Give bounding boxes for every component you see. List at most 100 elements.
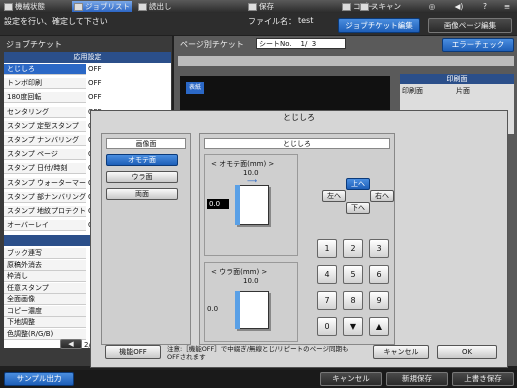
filename-value: test bbox=[298, 16, 314, 25]
error-check-button[interactable]: エラーチェック bbox=[442, 38, 514, 52]
side-both-option[interactable]: 両面 bbox=[106, 188, 178, 200]
key-9[interactable]: 9 bbox=[369, 291, 389, 310]
move-left-button[interactable]: 左へ bbox=[322, 190, 346, 202]
key-2[interactable]: 2 bbox=[343, 239, 363, 258]
ticket-item-10[interactable]: スタンプ 地紋プロテクト bbox=[4, 206, 86, 217]
ticket-item-9[interactable]: スタンプ 部ナンバリング bbox=[4, 191, 86, 203]
front-left-field[interactable]: 0.0 bbox=[207, 199, 229, 209]
ticket-item-1[interactable]: トンボ印刷 bbox=[4, 78, 86, 90]
front-margin-label: < オモテ面(mm) > bbox=[211, 160, 275, 168]
decrement-button[interactable]: ▼ bbox=[343, 317, 363, 336]
sample-print-button[interactable]: サンプル出力 bbox=[4, 372, 74, 386]
per-page-ticket-label: ページ別チケット bbox=[180, 40, 244, 49]
front-page-preview bbox=[235, 185, 269, 225]
tab-job-ticket-edit[interactable]: ジョブチケット編集 bbox=[338, 18, 420, 33]
back-margin-label: < ウラ面(mm) > bbox=[211, 268, 268, 276]
ticket-item-value: OFF bbox=[88, 93, 102, 102]
side-back-option[interactable]: ウラ面 bbox=[106, 171, 178, 183]
other-item-3[interactable]: 任意スタンプ bbox=[4, 282, 86, 294]
key-1[interactable]: 1 bbox=[317, 239, 337, 258]
tab-scan[interactable]: スキャン bbox=[358, 1, 418, 12]
cover-badge: 表紙 bbox=[186, 82, 204, 94]
tab-job-list[interactable]: ジョブリスト bbox=[72, 1, 132, 12]
key-6[interactable]: 6 bbox=[369, 265, 389, 284]
print-side-value: 片面 bbox=[456, 87, 470, 95]
ticket-item-7[interactable]: スタンプ 日付/時刻 bbox=[4, 163, 86, 175]
front-arrow-icon: ⟶ bbox=[247, 177, 258, 185]
binding-strip bbox=[235, 185, 240, 225]
key-0[interactable]: 0 bbox=[317, 317, 337, 336]
filename-label: ファイル名： bbox=[248, 17, 296, 26]
instruction-message: 設定を行い、確定して下さい bbox=[4, 17, 108, 26]
key-3[interactable]: 3 bbox=[369, 239, 389, 258]
key-7[interactable]: 7 bbox=[317, 291, 337, 310]
ticket-item-0[interactable]: とじしろ bbox=[4, 64, 86, 75]
dialog-ok-button[interactable]: OK bbox=[437, 345, 497, 359]
key-4[interactable]: 4 bbox=[317, 265, 337, 284]
tab-save[interactable]: 保存 bbox=[246, 1, 290, 12]
save-icon bbox=[248, 3, 257, 11]
list-icon bbox=[74, 3, 83, 11]
tab-machine-status[interactable]: 機械状態 bbox=[2, 1, 64, 12]
tab-read-out[interactable]: 読出し bbox=[136, 1, 192, 12]
front-margin-box: < オモテ面(mm) > 10.0 ⟶ 0.0 bbox=[204, 154, 298, 256]
ticket-item-6[interactable]: スタンプ ページ bbox=[4, 149, 86, 161]
image-side-title: 画像面 bbox=[106, 138, 186, 149]
binding-margin-dialog: とじしろ 画像面 オモテ面 ウラ面 両面 とじしろ < オモテ面(mm) > 1… bbox=[90, 110, 508, 368]
overwrite-save-button[interactable]: 上書き保存 bbox=[452, 372, 514, 386]
other-item-6[interactable]: 下地調整 bbox=[4, 317, 86, 328]
other-item-1[interactable]: 原稿外消去 bbox=[4, 259, 86, 271]
dialog-title: とじしろ bbox=[283, 113, 315, 122]
back-left-value: 0.0 bbox=[207, 305, 219, 313]
ticket-item-value: OFF bbox=[88, 79, 102, 88]
read-icon bbox=[138, 3, 147, 11]
binding-strip bbox=[235, 291, 240, 329]
dialog-cancel-button[interactable]: キャンセル bbox=[373, 345, 429, 359]
ticket-item-8[interactable]: スタンプ ウォーターマーク bbox=[4, 177, 86, 189]
back-margin-box: < ウラ面(mm) > 10.0 0.0 bbox=[204, 262, 298, 342]
ticket-item-value: OFF bbox=[88, 65, 102, 73]
menu-icon[interactable]: ≡ bbox=[498, 1, 516, 12]
margin-section-title: とじしろ bbox=[204, 138, 390, 149]
ticket-item-5[interactable]: スタンプ ナンバリング bbox=[4, 135, 86, 146]
other-item-4[interactable]: 全面画像 bbox=[4, 294, 86, 305]
tab-image-page-edit[interactable]: 画像ページ編集 bbox=[428, 18, 512, 33]
sheet-number-field[interactable]: シートNo. 1/ 3 bbox=[256, 38, 346, 49]
bottom-action-bar: サンプル出力 キャンセル 新規保存 上書き保存 bbox=[0, 370, 517, 388]
scan-icon bbox=[360, 3, 369, 11]
other-item-5[interactable]: コピー濃度 bbox=[4, 305, 86, 317]
help-icon[interactable]: ? bbox=[474, 1, 496, 12]
increment-button[interactable]: ▲ bbox=[369, 317, 389, 336]
print-side-title: 印刷面 bbox=[400, 74, 514, 84]
print-side-label: 印刷面 bbox=[402, 87, 423, 95]
other-item-2[interactable]: 枠消し bbox=[4, 271, 86, 282]
copy-icon bbox=[342, 3, 351, 11]
other-item-7[interactable]: 色調整(R/G/B) bbox=[4, 328, 86, 340]
dialog-note: 注意:［機能OFF］で中綴ぎ/無線とじ/リピートのページ同期もOFFされます bbox=[167, 345, 349, 361]
page-scrollbar[interactable] bbox=[178, 56, 514, 66]
key-5[interactable]: 5 bbox=[343, 265, 363, 284]
top-menu-bar: 機械状態 ジョブリスト 読出し 保存 コピー スキャン ◎ ◀) ? ≡ bbox=[0, 0, 517, 13]
cancel-bottom-button[interactable]: キャンセル bbox=[320, 372, 382, 386]
globe-icon[interactable]: ◎ bbox=[420, 1, 444, 12]
move-up-button[interactable]: 上へ bbox=[346, 178, 370, 190]
move-right-button[interactable]: 右へ bbox=[370, 190, 394, 202]
ticket-item-11[interactable]: オーバーレイ bbox=[4, 220, 86, 232]
ticket-item-2[interactable]: 180度回転 bbox=[4, 92, 86, 104]
ticket-item-3[interactable]: センタリング bbox=[4, 106, 86, 118]
panel-title: ジョブチケット bbox=[6, 40, 62, 49]
side-front-option[interactable]: オモテ面 bbox=[106, 154, 178, 166]
section-apply-settings: 応用設定 bbox=[4, 52, 171, 63]
move-down-button[interactable]: 下へ bbox=[346, 202, 370, 214]
save-new-button[interactable]: 新規保存 bbox=[386, 372, 448, 386]
page-prev-button[interactable]: ◀ bbox=[60, 339, 82, 349]
machine-icon bbox=[4, 3, 13, 11]
back-top-value: 10.0 bbox=[243, 277, 259, 285]
ticket-item-4[interactable]: スタンプ 定型スタンプ bbox=[4, 120, 86, 132]
status-bar: 設定を行い、確定して下さい ファイル名： test ジョブチケット編集 画像ペー… bbox=[0, 13, 517, 35]
key-8[interactable]: 8 bbox=[343, 291, 363, 310]
volume-icon[interactable]: ◀) bbox=[448, 1, 470, 12]
function-off-button[interactable]: 機能OFF bbox=[105, 345, 161, 359]
numeric-keypad: 1 2 3 4 5 6 7 8 9 0 ▼ ▲ bbox=[317, 239, 389, 339]
other-item-0[interactable]: ブック連写 bbox=[4, 248, 86, 259]
